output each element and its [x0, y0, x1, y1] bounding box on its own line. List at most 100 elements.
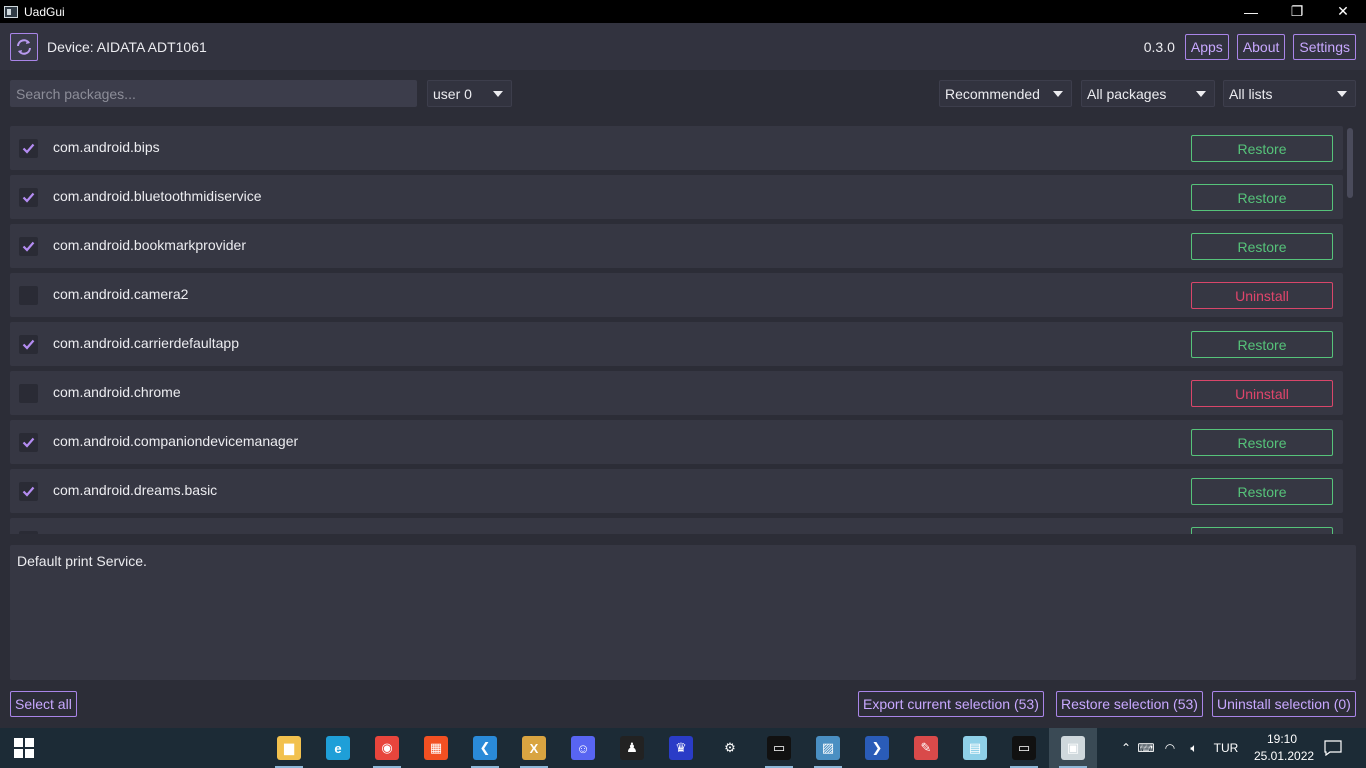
edge-icon[interactable]: e	[314, 728, 362, 768]
notes-icon[interactable]: ▤	[951, 728, 999, 768]
file-explorer-icon-glyph: ▆	[277, 736, 301, 760]
edge-icon-glyph: e	[326, 736, 350, 760]
linux-penguin-icon[interactable]: ♟	[608, 728, 656, 768]
maximize-button[interactable]: ❐	[1274, 0, 1320, 23]
apps-button[interactable]: Apps	[1184, 33, 1229, 60]
photos-icon-glyph: ▨	[816, 736, 840, 760]
package-name: com.android.bips	[53, 139, 160, 155]
notification-center-button[interactable]	[1320, 728, 1346, 768]
powershell-icon-glyph: ❯	[865, 736, 889, 760]
wifi-icon[interactable]: ◠	[1158, 741, 1182, 755]
restore-selection-button[interactable]: Restore selection (53)	[1056, 691, 1203, 717]
export-selection-button[interactable]: Export current selection (53)	[858, 691, 1044, 717]
chevron-down-icon	[1196, 91, 1206, 97]
package-row[interactable]: com.android.bluetoothmidiservice Restore	[10, 175, 1343, 219]
package-row[interactable]	[10, 518, 1343, 534]
checkmark-icon	[22, 241, 35, 252]
checkmark-icon	[22, 143, 35, 154]
photos-icon[interactable]: ▨	[804, 728, 852, 768]
windows-logo-icon	[14, 738, 34, 758]
about-button[interactable]: About	[1236, 33, 1286, 60]
package-checkbox[interactable]	[19, 237, 38, 256]
package-name: com.android.bluetoothmidiservice	[53, 188, 262, 204]
list-select-value: All lists	[1229, 85, 1273, 102]
package-name: com.android.carrierdefaultapp	[53, 335, 239, 351]
package-checkbox[interactable]	[19, 531, 38, 534]
package-checkbox[interactable]	[19, 188, 38, 207]
start-button[interactable]	[0, 728, 48, 768]
uadgui-app-icon-glyph: ▣	[1061, 736, 1085, 760]
package-row[interactable]: com.android.chrome Uninstall	[10, 371, 1343, 415]
package-row[interactable]: com.android.dreams.basic Restore	[10, 469, 1343, 513]
package-name: com.android.chrome	[53, 384, 181, 400]
restore-button[interactable]: Restore	[1191, 429, 1333, 456]
user-select[interactable]: user 0	[427, 80, 512, 107]
restore-button[interactable]: Restore	[1191, 184, 1333, 211]
user-select-value: user 0	[433, 85, 472, 102]
list-select[interactable]: All lists	[1223, 80, 1356, 107]
refresh-icon	[17, 38, 31, 55]
file-explorer-icon[interactable]: ▆	[265, 728, 313, 768]
window-titlebar: UadGui — ❐ ✕	[0, 0, 1366, 23]
uadgui-app-icon[interactable]: ▣	[1049, 728, 1097, 768]
discord-icon[interactable]: ☺	[559, 728, 607, 768]
crown-app-icon[interactable]: ♛	[657, 728, 705, 768]
scrollbar-thumb[interactable]	[1347, 128, 1353, 198]
restore-button[interactable]: Restore	[1191, 331, 1333, 358]
package-checkbox[interactable]	[19, 335, 38, 354]
volume-icon[interactable]: 🔈︎	[1182, 741, 1206, 756]
minimize-button[interactable]: —	[1228, 0, 1274, 23]
package-checkbox[interactable]	[19, 433, 38, 452]
uninstall-selection-button[interactable]: Uninstall selection (0)	[1212, 691, 1356, 717]
store-icon[interactable]: ▦	[412, 728, 460, 768]
uninstall-button[interactable]: Uninstall	[1191, 380, 1333, 407]
restore-button[interactable]: Restore	[1191, 478, 1333, 505]
vscode-icon[interactable]: ❮	[461, 728, 509, 768]
package-checkbox[interactable]	[19, 482, 38, 501]
terminal-icon[interactable]: ▭	[755, 728, 803, 768]
package-list: com.android.bips Restore com.android.bluet…	[10, 126, 1343, 534]
package-checkbox[interactable]	[19, 139, 38, 158]
language-indicator[interactable]: TUR	[1206, 741, 1246, 755]
excel-xd-icon-glyph: X	[522, 736, 546, 760]
restore-button[interactable]: Restore	[1191, 233, 1333, 260]
refresh-button[interactable]	[10, 32, 38, 61]
paint-icon-glyph: ✎	[914, 736, 938, 760]
restore-button[interactable]: Restore	[1191, 135, 1333, 162]
uninstall-button[interactable]: Uninstall	[1191, 282, 1333, 309]
package-state-select[interactable]: All packages	[1081, 80, 1215, 107]
package-row[interactable]: com.android.carrierdefaultapp Restore	[10, 322, 1343, 366]
restore-button[interactable]	[1191, 527, 1333, 534]
checkmark-icon	[22, 486, 35, 497]
settings-gear-icon[interactable]: ⚙	[706, 728, 754, 768]
chevron-up-icon[interactable]: ⌃	[1118, 741, 1134, 755]
package-row[interactable]: com.android.companiondevicemanager Restor…	[10, 420, 1343, 464]
package-row[interactable]: com.android.bookmarkprovider Restore	[10, 224, 1343, 268]
search-input[interactable]: Search packages...	[10, 80, 417, 107]
package-description: Default print Service.	[10, 545, 1356, 680]
package-name: com.android.camera2	[53, 286, 189, 302]
keyboard-icon[interactable]: ⌨	[1134, 741, 1158, 755]
close-button[interactable]: ✕	[1320, 0, 1366, 23]
clock[interactable]: 19:10 25.01.2022	[1254, 731, 1314, 765]
settings-button[interactable]: Settings	[1293, 33, 1356, 60]
package-checkbox[interactable]	[19, 384, 38, 403]
paint-icon[interactable]: ✎	[902, 728, 950, 768]
recommendation-select[interactable]: Recommended	[939, 80, 1072, 107]
package-row[interactable]: com.android.bips Restore	[10, 126, 1343, 170]
terminal-icon-glyph: ▭	[767, 736, 791, 760]
chrome-icon[interactable]: ◉	[363, 728, 411, 768]
checkmark-icon	[22, 339, 35, 350]
excel-xd-icon[interactable]: X	[510, 728, 558, 768]
console-icon[interactable]: ▭	[1000, 728, 1048, 768]
powershell-icon[interactable]: ❯	[853, 728, 901, 768]
package-checkbox[interactable]	[19, 286, 38, 305]
select-all-button[interactable]: Select all	[10, 691, 77, 717]
console-icon-glyph: ▭	[1012, 736, 1036, 760]
vscode-icon-glyph: ❮	[473, 736, 497, 760]
package-row[interactable]: com.android.camera2 Uninstall	[10, 273, 1343, 317]
package-state-select-value: All packages	[1087, 85, 1167, 102]
package-list-scrollbar[interactable]	[1346, 126, 1356, 534]
package-name: com.android.companiondevicemanager	[53, 433, 299, 449]
system-tray: ⌃ ⌨ ◠ 🔈︎ TUR	[1118, 728, 1246, 768]
